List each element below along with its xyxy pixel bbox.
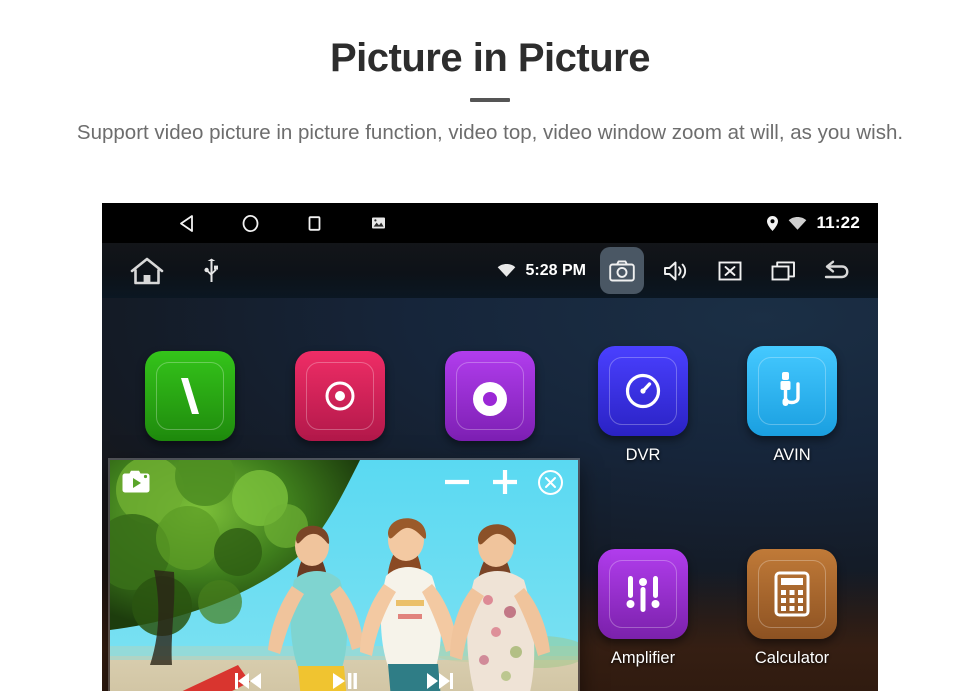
toolbar-left-group xyxy=(130,256,219,286)
app-wheelkey-study[interactable] xyxy=(442,351,538,441)
status-bar-nav-group xyxy=(154,214,410,233)
status-bar-clock: 11:22 xyxy=(816,213,860,232)
screenshot-icon[interactable] xyxy=(346,216,410,230)
video-source-icon[interactable] xyxy=(122,470,150,493)
netflix-icon xyxy=(145,351,235,441)
siriusxm-icon xyxy=(295,351,385,441)
previous-track-icon[interactable] xyxy=(234,671,264,691)
app-calculator[interactable]: Calculator xyxy=(744,549,840,668)
close-app-button[interactable] xyxy=(708,247,752,294)
app-label: Amplifier xyxy=(610,649,676,667)
launcher-toolbar: 5:28 PM xyxy=(102,243,878,298)
equalizer-icon xyxy=(598,549,688,639)
location-pin-icon xyxy=(766,215,779,232)
wifi-icon xyxy=(788,216,807,231)
launcher-wallpaper: DVR AVIN Amplifier Calculator Netf xyxy=(102,298,878,691)
app-siriusxm[interactable] xyxy=(292,351,388,441)
rca-plug-icon xyxy=(747,346,837,436)
play-pause-icon[interactable] xyxy=(330,671,358,691)
toolbar-right-group: 5:28 PM xyxy=(497,247,860,294)
home-icon[interactable] xyxy=(218,214,282,233)
app-label: AVIN xyxy=(773,446,811,464)
pip-controls xyxy=(441,466,564,498)
volume-button[interactable] xyxy=(654,247,698,294)
page-title: Picture in Picture xyxy=(330,36,650,80)
next-track-icon[interactable] xyxy=(424,671,454,691)
toolbar-clock: 5:28 PM xyxy=(525,261,586,279)
android-status-bar: 11:22 xyxy=(102,203,878,243)
app-netflix[interactable] xyxy=(142,351,238,441)
app-amplifier[interactable]: Amplifier xyxy=(595,549,691,668)
home-outline-icon[interactable] xyxy=(130,256,164,286)
zoom-in-button[interactable] xyxy=(489,466,521,498)
calculator-icon xyxy=(747,549,837,639)
app-label: DVR xyxy=(625,446,661,464)
gauge-icon xyxy=(598,346,688,436)
device-screen: 11:22 5:28 PM DVR AVIN Amplifier Calcula… xyxy=(102,203,878,691)
pip-playback-controls xyxy=(110,671,578,691)
app-label: Calculator xyxy=(754,649,830,667)
page-subtitle: Support video picture in picture functio… xyxy=(76,121,904,144)
hero-section: Picture in Picture Support video picture… xyxy=(0,0,980,203)
app-avin[interactable]: AVIN xyxy=(744,346,840,465)
camera-button[interactable] xyxy=(600,247,644,294)
zoom-out-button[interactable] xyxy=(441,466,473,498)
title-divider xyxy=(470,98,510,102)
multiwindow-button[interactable] xyxy=(762,247,806,294)
pip-window[interactable]: seicane xyxy=(110,460,578,691)
back-icon[interactable] xyxy=(154,214,218,233)
app-dvr[interactable]: DVR xyxy=(595,346,691,465)
status-bar-indicators: 11:22 xyxy=(766,213,860,233)
wheelkey-icon xyxy=(445,351,535,441)
wifi-icon xyxy=(497,263,516,278)
usb-icon[interactable] xyxy=(204,258,219,284)
back-button[interactable] xyxy=(816,247,860,294)
recents-icon[interactable] xyxy=(282,214,346,233)
close-circle-icon[interactable] xyxy=(537,469,564,496)
